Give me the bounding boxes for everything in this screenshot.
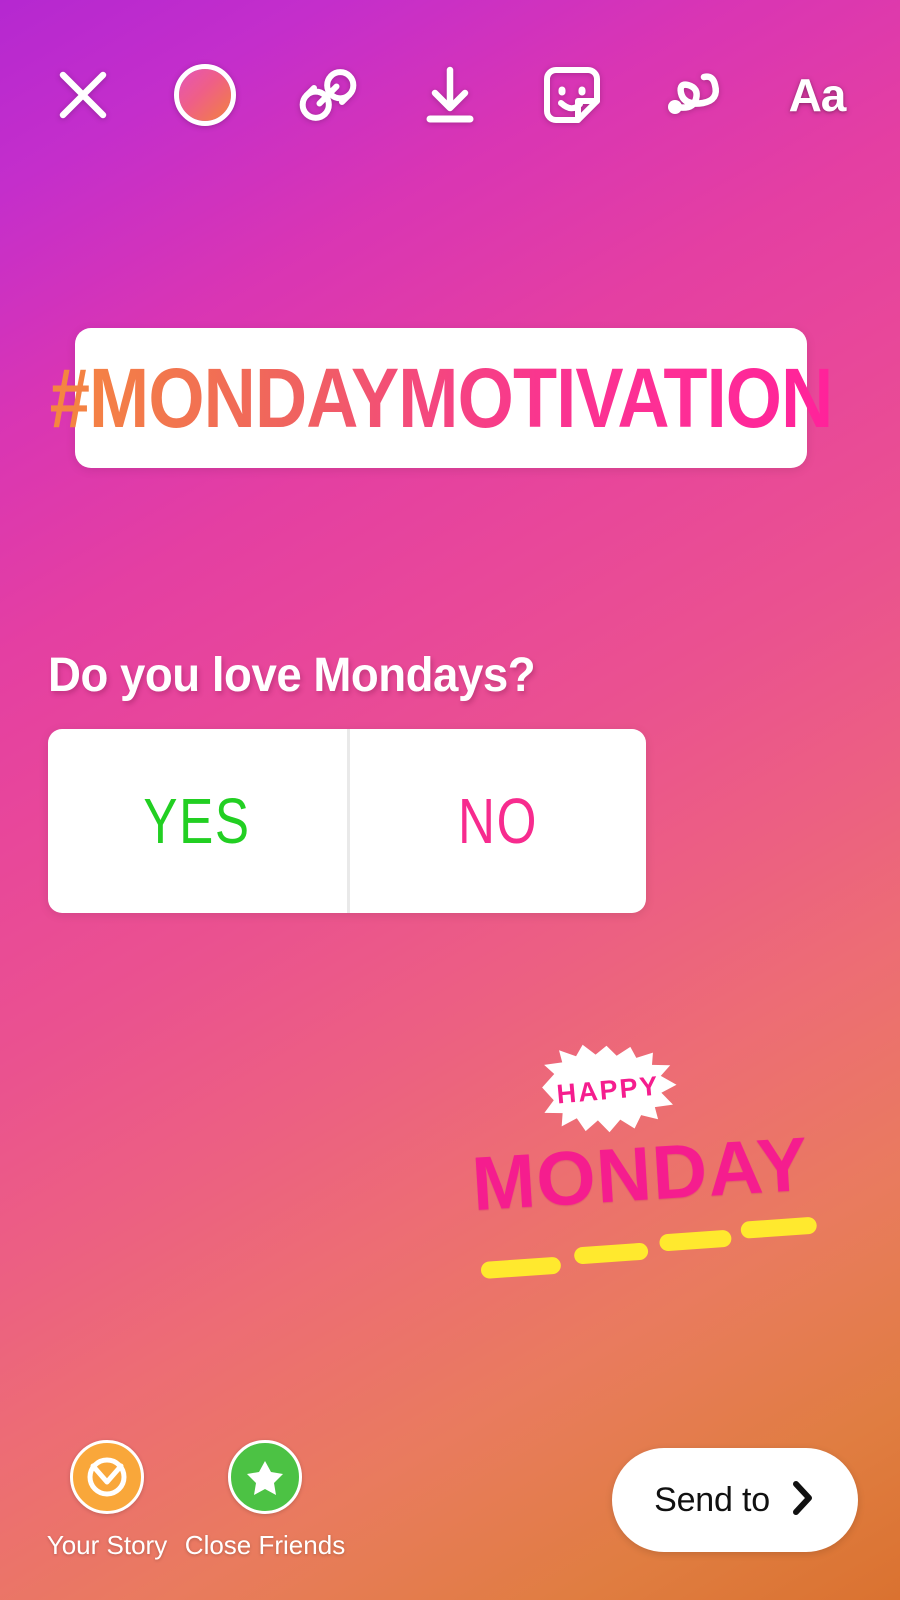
link-button[interactable] (289, 47, 367, 143)
poll-sticker[interactable]: Do you love Mondays? YES NO (48, 648, 646, 913)
text-aa-icon: Aa (788, 69, 847, 121)
dash-segment (658, 1229, 732, 1252)
squiggle-draw-icon (663, 63, 727, 127)
your-story-ring-icon (70, 1439, 144, 1514)
audience-your-story[interactable]: Your Story (42, 1439, 172, 1561)
dash-segment (573, 1242, 649, 1265)
send-to-button[interactable]: Send to (612, 1448, 858, 1552)
starburst-bubble: HAPPY (536, 1040, 679, 1139)
link-chain-icon (297, 64, 359, 126)
yellow-dash-underline (479, 1216, 818, 1282)
audience-your-story-label: Your Story (46, 1529, 168, 1560)
draw-button[interactable] (656, 47, 734, 143)
poll-option-yes-label: YES (143, 785, 252, 857)
close-friends-star-icon (228, 1439, 302, 1514)
hashtag-sticker-text: #MONDAYMOTIVATION (49, 350, 834, 445)
monday-word-text: MONDAY (469, 1121, 812, 1228)
poll-options: YES NO (48, 729, 646, 913)
poll-option-yes[interactable]: YES (48, 729, 347, 913)
text-button[interactable]: Aa (778, 47, 856, 143)
close-button[interactable] (44, 47, 122, 143)
story-composer-screen: Aa #MONDAYMOTIVATION Do you love Mondays… (0, 0, 900, 1600)
dash-segment (480, 1256, 562, 1280)
music-button[interactable] (166, 47, 244, 143)
save-button[interactable] (411, 47, 489, 143)
close-x-icon (55, 67, 111, 123)
sticker-button[interactable] (533, 47, 611, 143)
poll-option-no-label: NO (458, 785, 538, 857)
download-arrow-icon (419, 64, 481, 126)
dash-segment (740, 1216, 818, 1239)
top-toolbar: Aa (0, 0, 900, 190)
starburst-happy-text: HAPPY (555, 1070, 661, 1109)
audience-close-friends[interactable]: Close Friends (185, 1439, 345, 1561)
happy-monday-gif-sticker[interactable]: HAPPY MONDAY (466, 1030, 818, 1290)
gradient-circle-icon (172, 62, 238, 128)
poll-question: Do you love Mondays? (48, 649, 536, 702)
bottom-action-bar: Your Story Close Friends Send to (0, 1400, 900, 1600)
audience-close-friends-label: Close Friends (184, 1529, 346, 1560)
hashtag-sticker[interactable]: #MONDAYMOTIVATION (50, 328, 833, 468)
send-to-label: Send to (654, 1480, 770, 1519)
poll-option-no[interactable]: NO (347, 729, 646, 913)
sticker-smiley-icon (540, 63, 604, 127)
chevron-right-icon (790, 1480, 816, 1521)
